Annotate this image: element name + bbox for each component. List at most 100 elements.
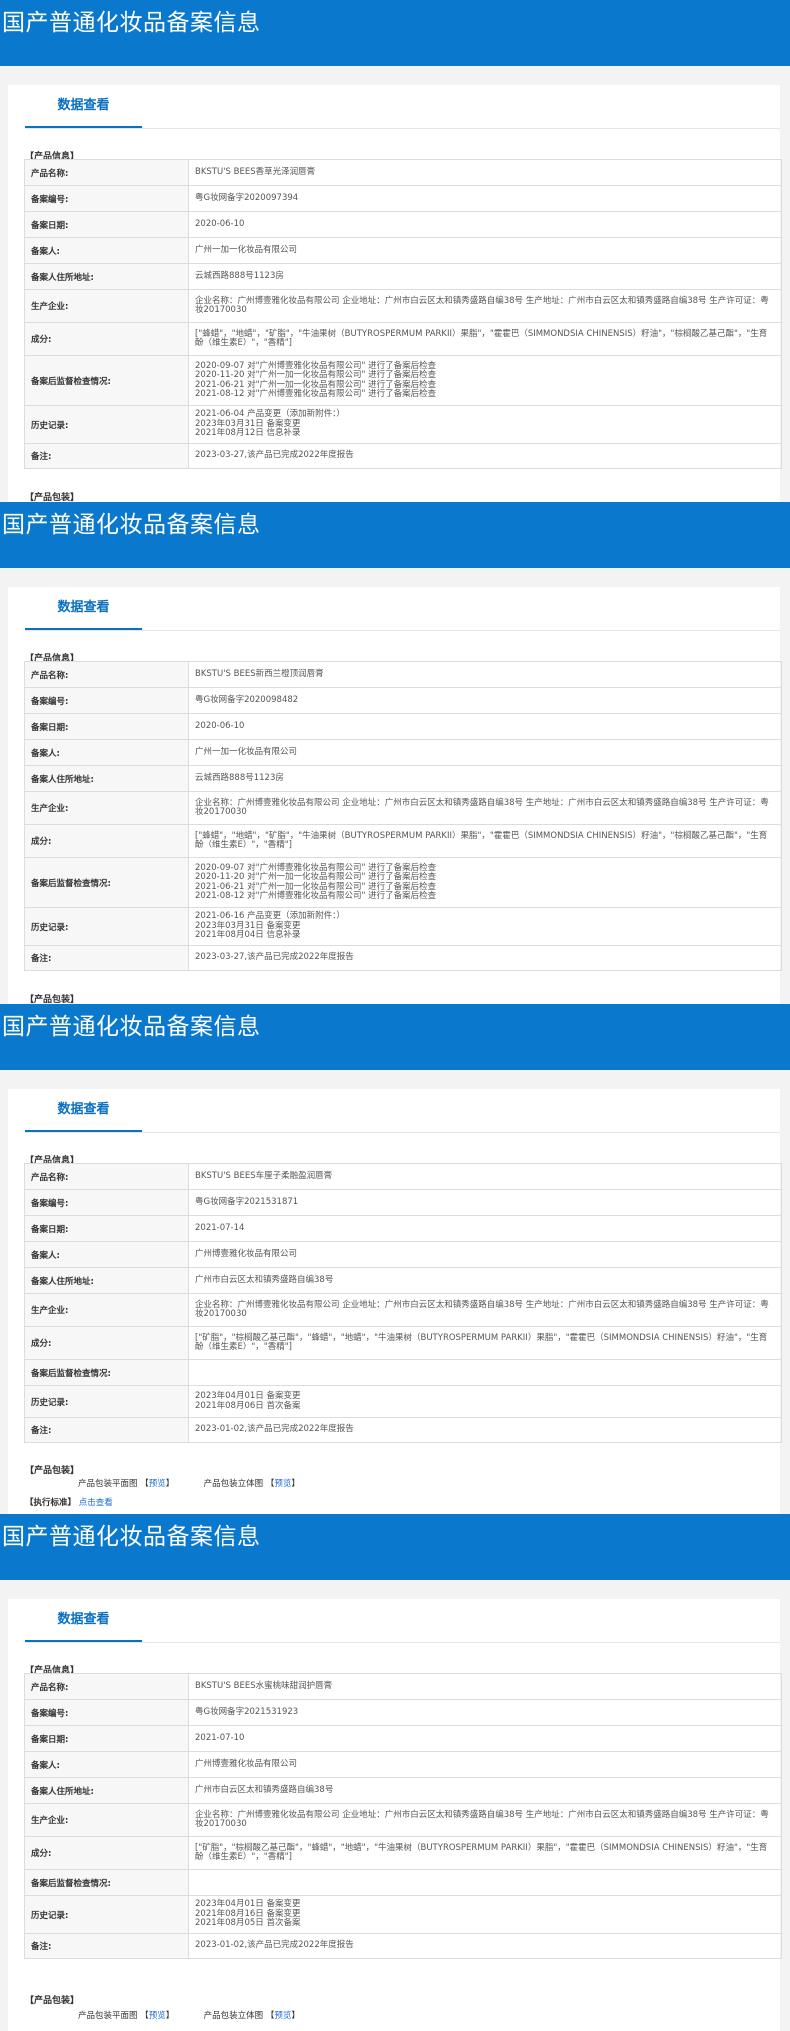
value-history: 2021-06-16 产品变更（添加新附件：） 2023年03月31日 备案变更… xyxy=(188,907,782,946)
value-product-name: BKSTU'S BEES车厘子柔融盈润唇膏 xyxy=(188,1163,782,1190)
bracket-close: 】 xyxy=(291,2011,300,2021)
value-reg-no: 粤G妆网备字2021531923 xyxy=(188,1699,782,1726)
value-remark: 2023-01-02,该产品已完成2022年度报告 xyxy=(188,1417,782,1443)
value-manufacturer: 企业名称：广州博壹雅化妆品有限公司 企业地址：广州市白云区太和镇秀盛路自编38号… xyxy=(188,1293,782,1327)
label-product-name: 产品名称: xyxy=(24,1673,189,1700)
content-area: 数据查看 【产品信息】 产品名称: BKSTU'S BEES香草光泽润唇膏 备案编… xyxy=(0,66,790,503)
value-reg-date: 2020-06-10 xyxy=(188,211,782,238)
value-address: 广州市白云区太和镇秀盛路自编38号 xyxy=(188,1777,782,1804)
value-reg-no: 粤G妆网备字2020098482 xyxy=(188,687,782,714)
table-row: 成分: ["矿脂"，"棕榈酸乙基己酯"，"蜂蜡"，"地蜡"，"牛油果树（BUTYR… xyxy=(24,1326,782,1360)
value-reg-date: 2020-06-10 xyxy=(188,713,782,740)
data-card: 数据查看 【产品信息】 产品名称: BKSTU'S BEES水蜜桃味甜润护唇膏 备… xyxy=(8,1599,782,2031)
label-history: 历史记录: xyxy=(24,1385,189,1418)
table-row: 生产企业: 企业名称：广州博壹雅化妆品有限公司 企业地址：广州市白云区太和镇秀盛路… xyxy=(24,1293,782,1327)
table-row: 备注: 2023-03-27,该产品已完成2022年度报告 xyxy=(24,443,782,469)
value-manufacturer: 企业名称：广州博壹雅化妆品有限公司 企业地址：广州市白云区太和镇秀盛路自编38号… xyxy=(188,289,782,323)
value-ingredients: ["矿脂"，"棕榈酸乙基己酯"，"蜂蜡"，"地蜡"，"牛油果树（BUTYROSP… xyxy=(188,1836,782,1870)
value-product-name: BKSTU'S BEES香草光泽润唇膏 xyxy=(188,159,782,186)
tab-bar: 数据查看 xyxy=(25,85,780,129)
value-remark: 2023-03-27,该产品已完成2022年度报告 xyxy=(188,443,782,469)
preview-solid-link[interactable]: 预览 xyxy=(274,1479,291,1489)
value-ingredients: ["蜂蜡"，"地蜡"，"矿脂"，"牛油果树（BUTYROSPERMUM PARK… xyxy=(188,322,782,356)
header-bar: 国产普通化妆品备案信息 xyxy=(0,0,790,66)
tab-data-view[interactable]: 数据查看 xyxy=(25,598,142,630)
value-reg-no: 粤G妆网备字2020097394 xyxy=(188,185,782,212)
label-remark: 备注: xyxy=(24,443,189,469)
table-row: 备案编号: 粤G妆网备字2021531923 xyxy=(24,1699,782,1726)
record-section: 国产普通化妆品备案信息 数据查看 【产品信息】 产品名称: BKSTU'S BEE… xyxy=(0,1514,790,2031)
label-reg-date: 备案日期: xyxy=(24,1215,189,1242)
value-inspection: 2020-09-07 对"广州博壹雅化妆品有限公司" 进行了备案后检查 2020… xyxy=(188,355,782,406)
value-address: 云城西路888号1123房 xyxy=(188,263,782,290)
tab-data-view[interactable]: 数据查看 xyxy=(25,1610,142,1642)
value-registrant: 广州博壹雅化妆品有限公司 xyxy=(188,1751,782,1778)
label-product-name: 产品名称: xyxy=(24,661,189,688)
tab-bar: 数据查看 xyxy=(25,1599,780,1643)
section-exec-standard: 【执行标准】 xyxy=(25,1498,77,1508)
package-solid-label: 产品包装立体图 xyxy=(203,1479,264,1489)
label-inspection: 备案后监督检查情况: xyxy=(24,1869,189,1896)
table-row: 产品名称: BKSTU'S BEES香草光泽润唇膏 xyxy=(24,159,782,186)
value-manufacturer: 企业名称：广州博壹雅化妆品有限公司 企业地址：广州市白云区太和镇秀盛路自编38号… xyxy=(188,1803,782,1837)
info-table: 产品名称: BKSTU'S BEES车厘子柔融盈润唇膏 备案编号: 粤G妆网备字20… xyxy=(24,1163,782,1443)
value-inspection: 2020-09-07 对"广州博壹雅化妆品有限公司" 进行了备案后检查 2020… xyxy=(188,857,782,908)
value-ingredients: ["蜂蜡"，"地蜡"，"矿脂"，"牛油果树（BUTYROSPERMUM PARK… xyxy=(188,824,782,858)
value-reg-no: 粤G妆网备字2021531871 xyxy=(188,1189,782,1216)
label-history: 历史记录: xyxy=(24,1895,189,1934)
label-ingredients: 成分: xyxy=(24,322,189,356)
table-row: 备案人住所地址: 广州市白云区太和镇秀盛路自编38号 xyxy=(24,1267,782,1294)
section-product-package: 【产品包装】 xyxy=(25,1466,80,1476)
label-reg-no: 备案编号: xyxy=(24,1699,189,1726)
table-row: 备案日期: 2020-06-10 xyxy=(24,211,782,238)
table-row: 备案日期: 2021-07-10 xyxy=(24,1725,782,1752)
record-section: 国产普通化妆品备案信息 数据查看 【产品信息】 产品名称: BKSTU'S BEE… xyxy=(0,0,790,503)
value-manufacturer: 企业名称：广州博壹雅化妆品有限公司 企业地址：广州市白云区太和镇秀盛路自编38号… xyxy=(188,791,782,825)
package-solid-label: 产品包装立体图 xyxy=(203,2011,264,2021)
bracket-close: 】 xyxy=(291,1479,300,1489)
package-links: 产品包装平面图 【预览】 产品包装立体图 【预览】 xyxy=(78,2009,300,2021)
info-table: 产品名称: BKSTU'S BEES水蜜桃味甜润护唇膏 备案编号: 粤G妆网备字20… xyxy=(24,1673,782,1959)
label-ingredients: 成分: xyxy=(24,1836,189,1870)
record-section: 国产普通化妆品备案信息 数据查看 【产品信息】 产品名称: BKSTU'S BEE… xyxy=(0,1004,790,1514)
exec-standard-link[interactable]: 点击查看 xyxy=(79,1498,113,1508)
header-bar: 国产普通化妆品备案信息 xyxy=(0,1514,790,1580)
info-table: 产品名称: BKSTU'S BEES新西兰橙顶润唇膏 备案编号: 粤G妆网备字202… xyxy=(24,661,782,971)
page-title: 国产普通化妆品备案信息 xyxy=(2,1524,261,1550)
content-area: 数据查看 【产品信息】 产品名称: BKSTU'S BEES新西兰橙顶润唇膏 备案… xyxy=(0,568,790,1005)
table-row: 备案日期: 2020-06-10 xyxy=(24,713,782,740)
data-card: 数据查看 【产品信息】 产品名称: BKSTU'S BEES新西兰橙顶润唇膏 备案… xyxy=(8,587,782,1005)
bracket-open: 【 xyxy=(140,2011,149,2021)
table-row: 历史记录: 2021-06-16 产品变更（添加新附件：） 2023年03月31日… xyxy=(24,907,782,946)
label-history: 历史记录: xyxy=(24,405,189,444)
header-bar: 国产普通化妆品备案信息 xyxy=(0,502,790,568)
table-row: 备注: 2023-03-27,该产品已完成2022年度报告 xyxy=(24,945,782,971)
tab-data-view[interactable]: 数据查看 xyxy=(25,96,142,128)
preview-flat-link[interactable]: 预览 xyxy=(149,2011,166,2021)
tab-data-view[interactable]: 数据查看 xyxy=(25,1100,142,1132)
preview-flat-link[interactable]: 预览 xyxy=(149,1479,166,1489)
tab-bar: 数据查看 xyxy=(25,587,780,631)
preview-solid-link[interactable]: 预览 xyxy=(274,2011,291,2021)
table-row: 成分: ["矿脂"，"棕榈酸乙基己酯"，"蜂蜡"，"地蜡"，"牛油果树（BUTYR… xyxy=(24,1836,782,1870)
data-card: 数据查看 【产品信息】 产品名称: BKSTU'S BEES车厘子柔融盈润唇膏 备… xyxy=(8,1089,782,1514)
label-reg-date: 备案日期: xyxy=(24,211,189,238)
table-row: 备案人住所地址: 广州市白云区太和镇秀盛路自编38号 xyxy=(24,1777,782,1804)
page-title: 国产普通化妆品备案信息 xyxy=(2,1014,261,1040)
label-address: 备案人住所地址: xyxy=(24,1777,189,1804)
info-table: 产品名称: BKSTU'S BEES香草光泽润唇膏 备案编号: 粤G妆网备字2020… xyxy=(24,159,782,469)
label-reg-date: 备案日期: xyxy=(24,713,189,740)
table-row: 备案人: 广州博壹雅化妆品有限公司 xyxy=(24,1241,782,1268)
value-address: 云城西路888号1123房 xyxy=(188,765,782,792)
header-bar: 国产普通化妆品备案信息 xyxy=(0,1004,790,1070)
label-inspection: 备案后监督检查情况: xyxy=(24,1359,189,1386)
label-ingredients: 成分: xyxy=(24,824,189,858)
label-remark: 备注: xyxy=(24,945,189,971)
label-history: 历史记录: xyxy=(24,907,189,946)
value-product-name: BKSTU'S BEES新西兰橙顶润唇膏 xyxy=(188,661,782,688)
value-product-name: BKSTU'S BEES水蜜桃味甜润护唇膏 xyxy=(188,1673,782,1700)
table-row: 生产企业: 企业名称：广州博壹雅化妆品有限公司 企业地址：广州市白云区太和镇秀盛路… xyxy=(24,1803,782,1837)
label-address: 备案人住所地址: xyxy=(24,1267,189,1294)
value-history: 2023年04月01日 备案变更 2021年08月16日 备案变更 2021年0… xyxy=(188,1895,782,1934)
label-registrant: 备案人: xyxy=(24,1241,189,1268)
